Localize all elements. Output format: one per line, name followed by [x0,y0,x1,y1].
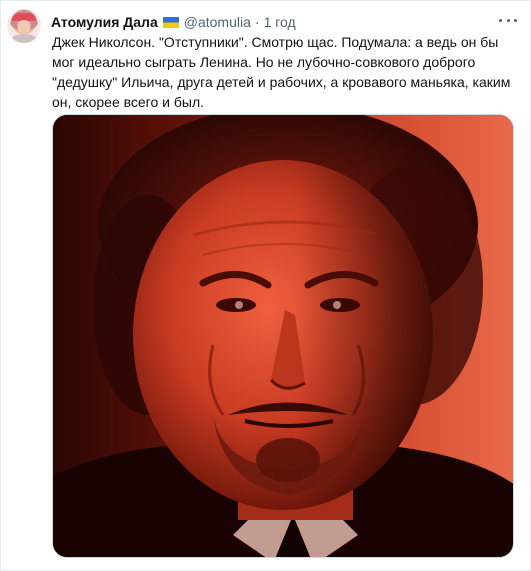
author-handle[interactable]: @atomulia [184,14,251,30]
more-dot [506,18,510,22]
author-name[interactable]: Атомулия Дала [51,14,158,30]
ukraine-flag-icon [162,16,179,28]
tweet-text-line: "дедушку" Ильича, друга детей и рабочих,… [52,74,511,90]
tweet-text-line: мог идеально сыграть Ленина. Но не лубоч… [52,54,476,70]
more-options-icon[interactable] [499,13,517,27]
avatar-shoulders [11,34,37,43]
tweet-photo[interactable] [52,114,514,558]
more-dot [514,18,517,22]
tweet-text-line: Джек Николсон. "Отступники". Смотрю щас.… [52,34,499,50]
separator-dot: · [254,14,260,30]
avatar-face [18,20,30,34]
tweet-timestamp[interactable]: 1 год [264,14,296,30]
tweet-card[interactable]: Атомулия Дала @atomulia · 1 год Джек Ник… [0,0,531,571]
author-avatar[interactable] [7,9,41,43]
tweet-header: Атомулия Дала @atomulia · 1 год [51,13,296,31]
tweet-text-line: он, скорее всего и был. [52,94,205,110]
more-dot [499,18,502,22]
photo-portrait-illustration [53,115,513,557]
tweet-text: Джек Николсон. "Отступники". Смотрю щас.… [52,32,522,112]
